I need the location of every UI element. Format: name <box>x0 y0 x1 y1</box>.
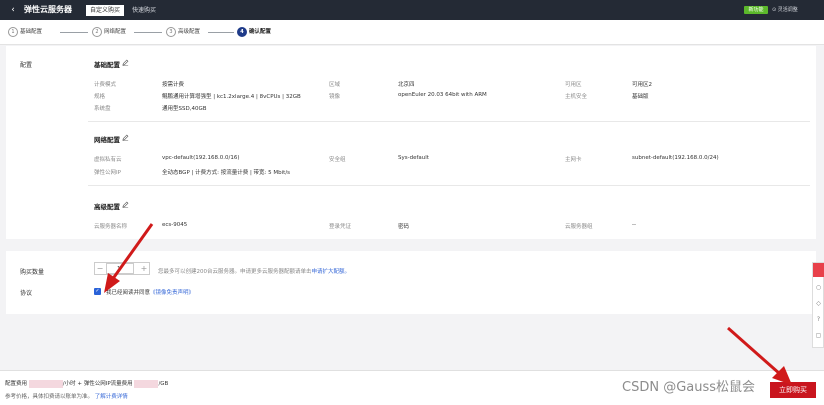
annotation-arrowhead <box>104 273 120 293</box>
annotation-arrow-line <box>110 223 154 281</box>
annotation-overlay <box>104 223 792 385</box>
annotation-arrow-line <box>727 326 781 376</box>
